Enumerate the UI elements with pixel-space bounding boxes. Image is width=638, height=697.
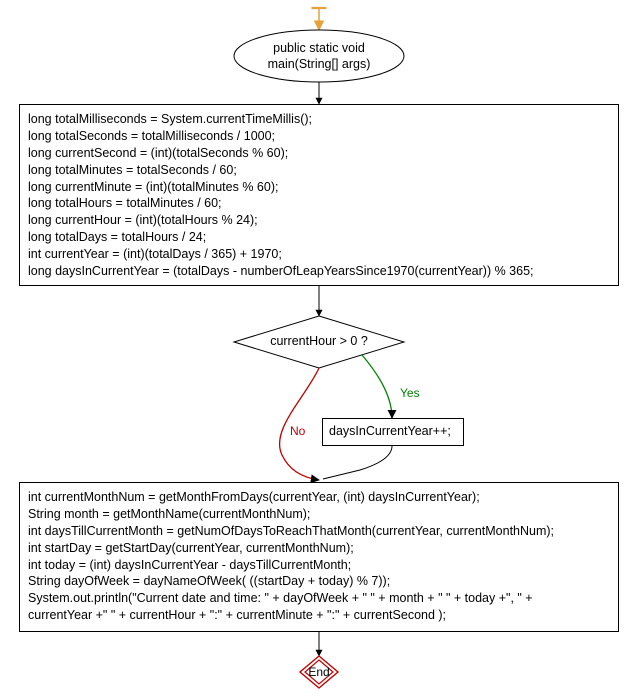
end-node-label: End [307, 665, 331, 679]
decision-condition: currentHour > 0 ? [260, 334, 378, 348]
increment-block: daysInCurrentYear++; [322, 418, 464, 446]
start-line1: public static void [240, 40, 398, 56]
code-block-2: int currentMonthNum = getMonthFromDays(c… [19, 482, 619, 632]
start-line2: main(String[] args) [240, 56, 398, 72]
edge-no-label: No [290, 424, 305, 438]
code-block-1: long totalMilliseconds = System.currentT… [19, 104, 619, 286]
start-node: public static void main(String[] args) [240, 40, 398, 73]
edge-yes-label: Yes [400, 386, 420, 400]
